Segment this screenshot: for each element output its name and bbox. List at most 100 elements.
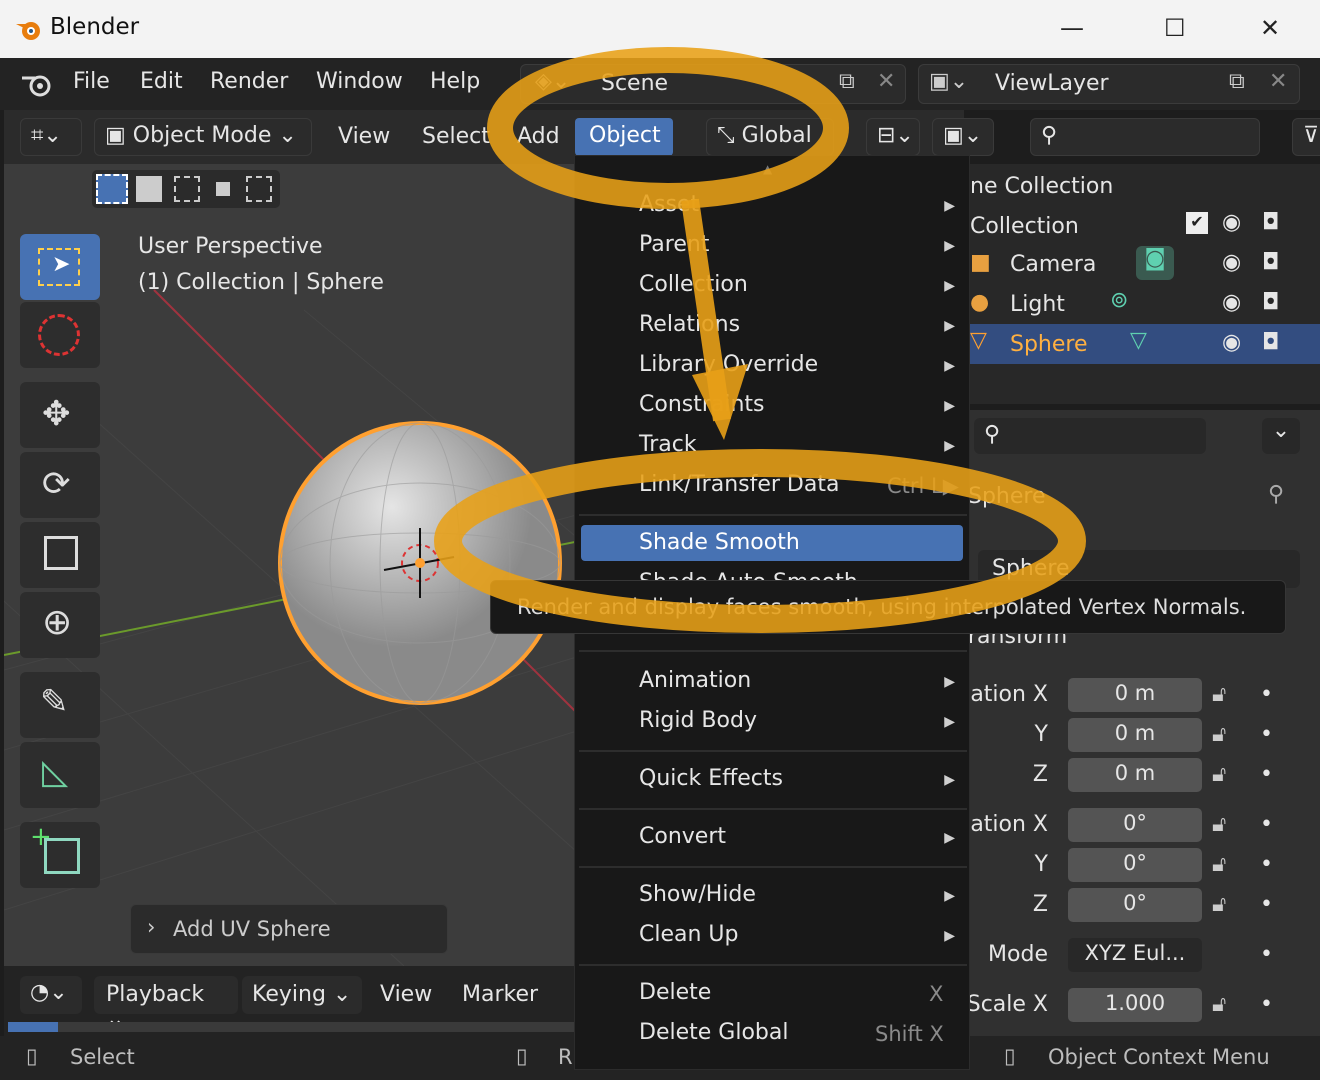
outliner-row-camera[interactable]: ■ Camera ◙ ◉ ◘ [964, 244, 1320, 284]
keyframe-dot-icon[interactable]: • [1260, 812, 1273, 837]
menu-item-constraints[interactable]: Constraints [639, 392, 765, 417]
select-new-icon[interactable] [96, 174, 128, 204]
menu-item-collection[interactable]: Collection [639, 272, 748, 297]
menu-help[interactable]: Help [430, 69, 480, 94]
eye-icon[interactable]: ◉ [1222, 250, 1241, 275]
menu-item-shade-smooth[interactable]: Shade Smooth [639, 530, 800, 555]
light-data-icon[interactable]: ⊚ [1110, 288, 1128, 313]
timeline-scrub-bar[interactable] [8, 1022, 576, 1032]
blender-menu-icon[interactable] [20, 70, 54, 100]
timeline-marker-menu[interactable]: Marker [462, 982, 538, 1007]
tool-scale[interactable] [20, 522, 100, 588]
menu-item-animation[interactable]: Animation [639, 668, 751, 693]
minimize-button[interactable]: — [1060, 14, 1084, 42]
outliner-row-light[interactable]: ● Light ⊚ ◉ ◘ [964, 284, 1320, 324]
pin-icon[interactable]: ⚲ [1268, 482, 1284, 507]
select-invert-icon[interactable] [210, 176, 236, 202]
viewlayer-selector[interactable]: ▣⌄ ViewLayer ⧉ ✕ [918, 64, 1300, 104]
keyframe-dot-icon[interactable]: • [1260, 682, 1273, 707]
pivot-point-button[interactable]: ⊟⌄ [866, 118, 920, 156]
keyframe-dot-icon[interactable]: • [1260, 762, 1273, 787]
location-y-field[interactable]: 0 m [1068, 718, 1202, 752]
keyframe-dot-icon[interactable]: • [1260, 852, 1273, 877]
select-extend-icon[interactable] [136, 176, 162, 202]
tool-add-cube[interactable]: + [20, 822, 100, 888]
rotation-z-field[interactable]: 0° [1068, 888, 1202, 922]
menu-item-show-hide[interactable]: Show/Hide [639, 882, 756, 907]
menu-item-library-override[interactable]: Library Override [639, 352, 818, 377]
menu-file[interactable]: File [73, 69, 110, 94]
location-x-field[interactable]: 0 m [1068, 678, 1202, 712]
menu-item-asset[interactable]: Asset [639, 192, 699, 217]
timeline-current-frame[interactable] [8, 1022, 58, 1032]
header-menu-select[interactable]: Select [422, 124, 490, 149]
timeline-view-menu[interactable]: View [380, 982, 432, 1007]
menu-item-link-transfer-data[interactable]: Link/Transfer Data [639, 472, 839, 497]
maximize-button[interactable]: ☐ [1164, 14, 1186, 42]
tool-rotate[interactable]: ⟳ [20, 452, 100, 518]
camera-render-icon[interactable]: ◘ [1262, 250, 1279, 275]
camera-data-icon[interactable]: ◙ [1136, 246, 1174, 280]
menu-item-quick-effects[interactable]: Quick Effects [639, 766, 783, 791]
lock-icon[interactable]: 🔓︎ [1212, 722, 1226, 747]
menu-render[interactable]: Render [210, 69, 288, 94]
copy-viewlayer-icon[interactable]: ⧉ [1229, 69, 1245, 94]
tool-select-box[interactable]: ➤ [20, 234, 100, 300]
rotation-x-field[interactable]: 0° [1068, 808, 1202, 842]
remove-viewlayer-icon[interactable]: ✕ [1269, 69, 1287, 94]
outliner-row-sphere[interactable]: ▽ Sphere ▽ ◉ ◘ [964, 324, 1320, 364]
copy-scene-icon[interactable]: ⧉ [839, 69, 855, 94]
camera-render-icon[interactable]: ◘ [1262, 290, 1279, 315]
menu-item-track[interactable]: Track [639, 432, 697, 457]
filter-button[interactable]: ⊽ [1292, 118, 1320, 156]
outliner-search-input[interactable]: ⚲ [1030, 118, 1260, 156]
lock-icon[interactable]: 🔓︎ [1212, 682, 1226, 707]
header-menu-add[interactable]: Add [517, 124, 560, 149]
close-button[interactable]: ✕ [1260, 14, 1280, 42]
timeline-editor-button[interactable]: ◔⌄ [20, 976, 82, 1014]
tool-transform[interactable]: ⊕ [20, 592, 100, 658]
lock-icon[interactable]: 🔓︎ [1212, 992, 1226, 1017]
menu-window[interactable]: Window [316, 69, 403, 94]
menu-item-rigid-body[interactable]: Rigid Body [639, 708, 757, 733]
select-intersect-icon[interactable] [246, 176, 272, 202]
scale-x-field[interactable]: 1.000 [1068, 988, 1202, 1022]
rotation-y-field[interactable]: 0° [1068, 848, 1202, 882]
menu-item-delete[interactable]: Delete [639, 980, 711, 1005]
tool-move[interactable]: ✥ [20, 382, 100, 448]
rotation-mode-select[interactable]: XYZ Eul... [1068, 938, 1202, 972]
select-subtract-icon[interactable] [174, 176, 200, 202]
checkbox-icon[interactable]: ✔ [1186, 212, 1208, 234]
header-menu-view[interactable]: View [338, 124, 390, 149]
keyframe-dot-icon[interactable]: • [1260, 942, 1273, 967]
transform-orientation-selector[interactable]: ⤡ Global [706, 118, 834, 156]
keyframe-dot-icon[interactable]: • [1260, 992, 1273, 1017]
keyframe-dot-icon[interactable]: • [1260, 892, 1273, 917]
playback-menu[interactable]: Playback ⌄ [94, 976, 238, 1032]
keying-menu[interactable]: Keying ⌄ [242, 976, 362, 1014]
remove-scene-icon[interactable]: ✕ [877, 69, 895, 94]
lock-icon[interactable]: 🔓︎ [1212, 762, 1226, 787]
scene-selector[interactable]: ◈⌄ Scene ⧉ ✕ [520, 64, 906, 104]
camera-render-icon[interactable]: ◘ [1262, 330, 1279, 355]
menu-item-clean-up[interactable]: Clean Up [639, 922, 739, 947]
eye-icon[interactable]: ◉ [1222, 290, 1241, 315]
properties-search-input[interactable]: ⚲ [974, 418, 1206, 454]
eye-icon[interactable]: ◉ [1222, 210, 1241, 235]
header-menu-object[interactable]: Object [575, 118, 673, 156]
mesh-data-icon[interactable]: ▽ [1130, 328, 1147, 353]
menu-item-convert[interactable]: Convert [639, 824, 726, 849]
lock-icon[interactable]: 🔓︎ [1212, 852, 1226, 877]
lock-icon[interactable]: 🔓︎ [1212, 812, 1226, 837]
camera-render-icon[interactable]: ◘ [1262, 210, 1279, 235]
editor-type-button[interactable]: ⌗⌄ [20, 118, 82, 156]
last-operator-panel[interactable]: › Add UV Sphere [130, 904, 448, 954]
properties-dropdown[interactable]: ⌄ [1262, 418, 1300, 454]
tool-annotate[interactable]: ✎ [20, 672, 100, 738]
menu-item-shade-auto-smooth[interactable]: Shade Auto Smooth [639, 570, 858, 580]
outliner-display-button[interactable]: ▣⌄ [932, 118, 994, 156]
keyframe-dot-icon[interactable]: • [1260, 722, 1273, 747]
eye-icon[interactable]: ◉ [1222, 330, 1241, 355]
tool-cursor[interactable] [20, 302, 100, 368]
menu-item-delete-global[interactable]: Delete Global [639, 1020, 788, 1045]
